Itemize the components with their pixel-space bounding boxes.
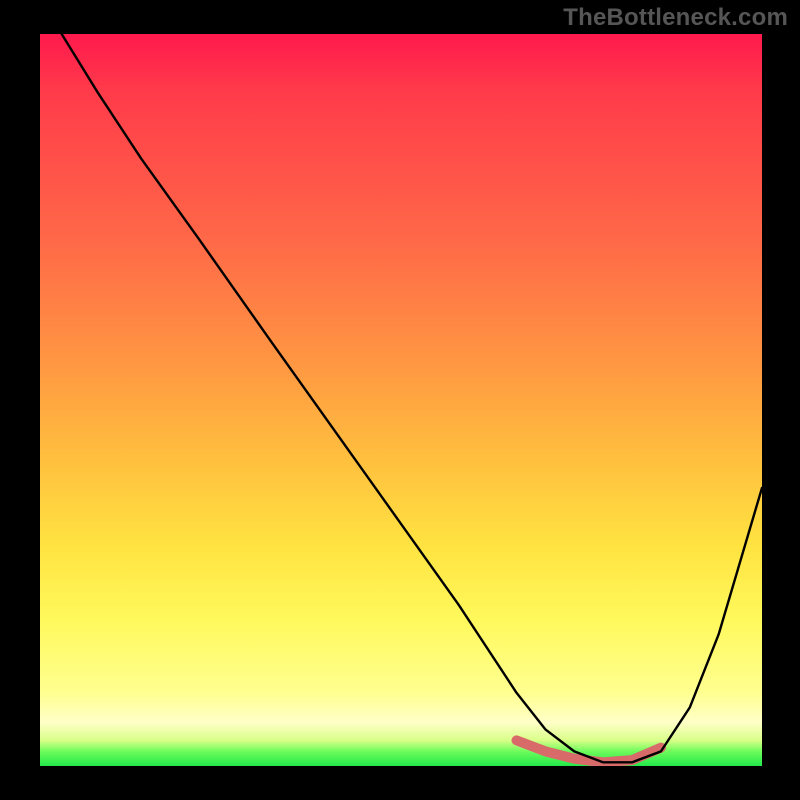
plot-area: [40, 34, 762, 766]
bottleneck-curve: [62, 34, 762, 762]
curve-layer: [40, 34, 762, 766]
watermark-text: TheBottleneck.com: [563, 4, 788, 32]
chart-frame: TheBottleneck.com: [0, 0, 800, 800]
